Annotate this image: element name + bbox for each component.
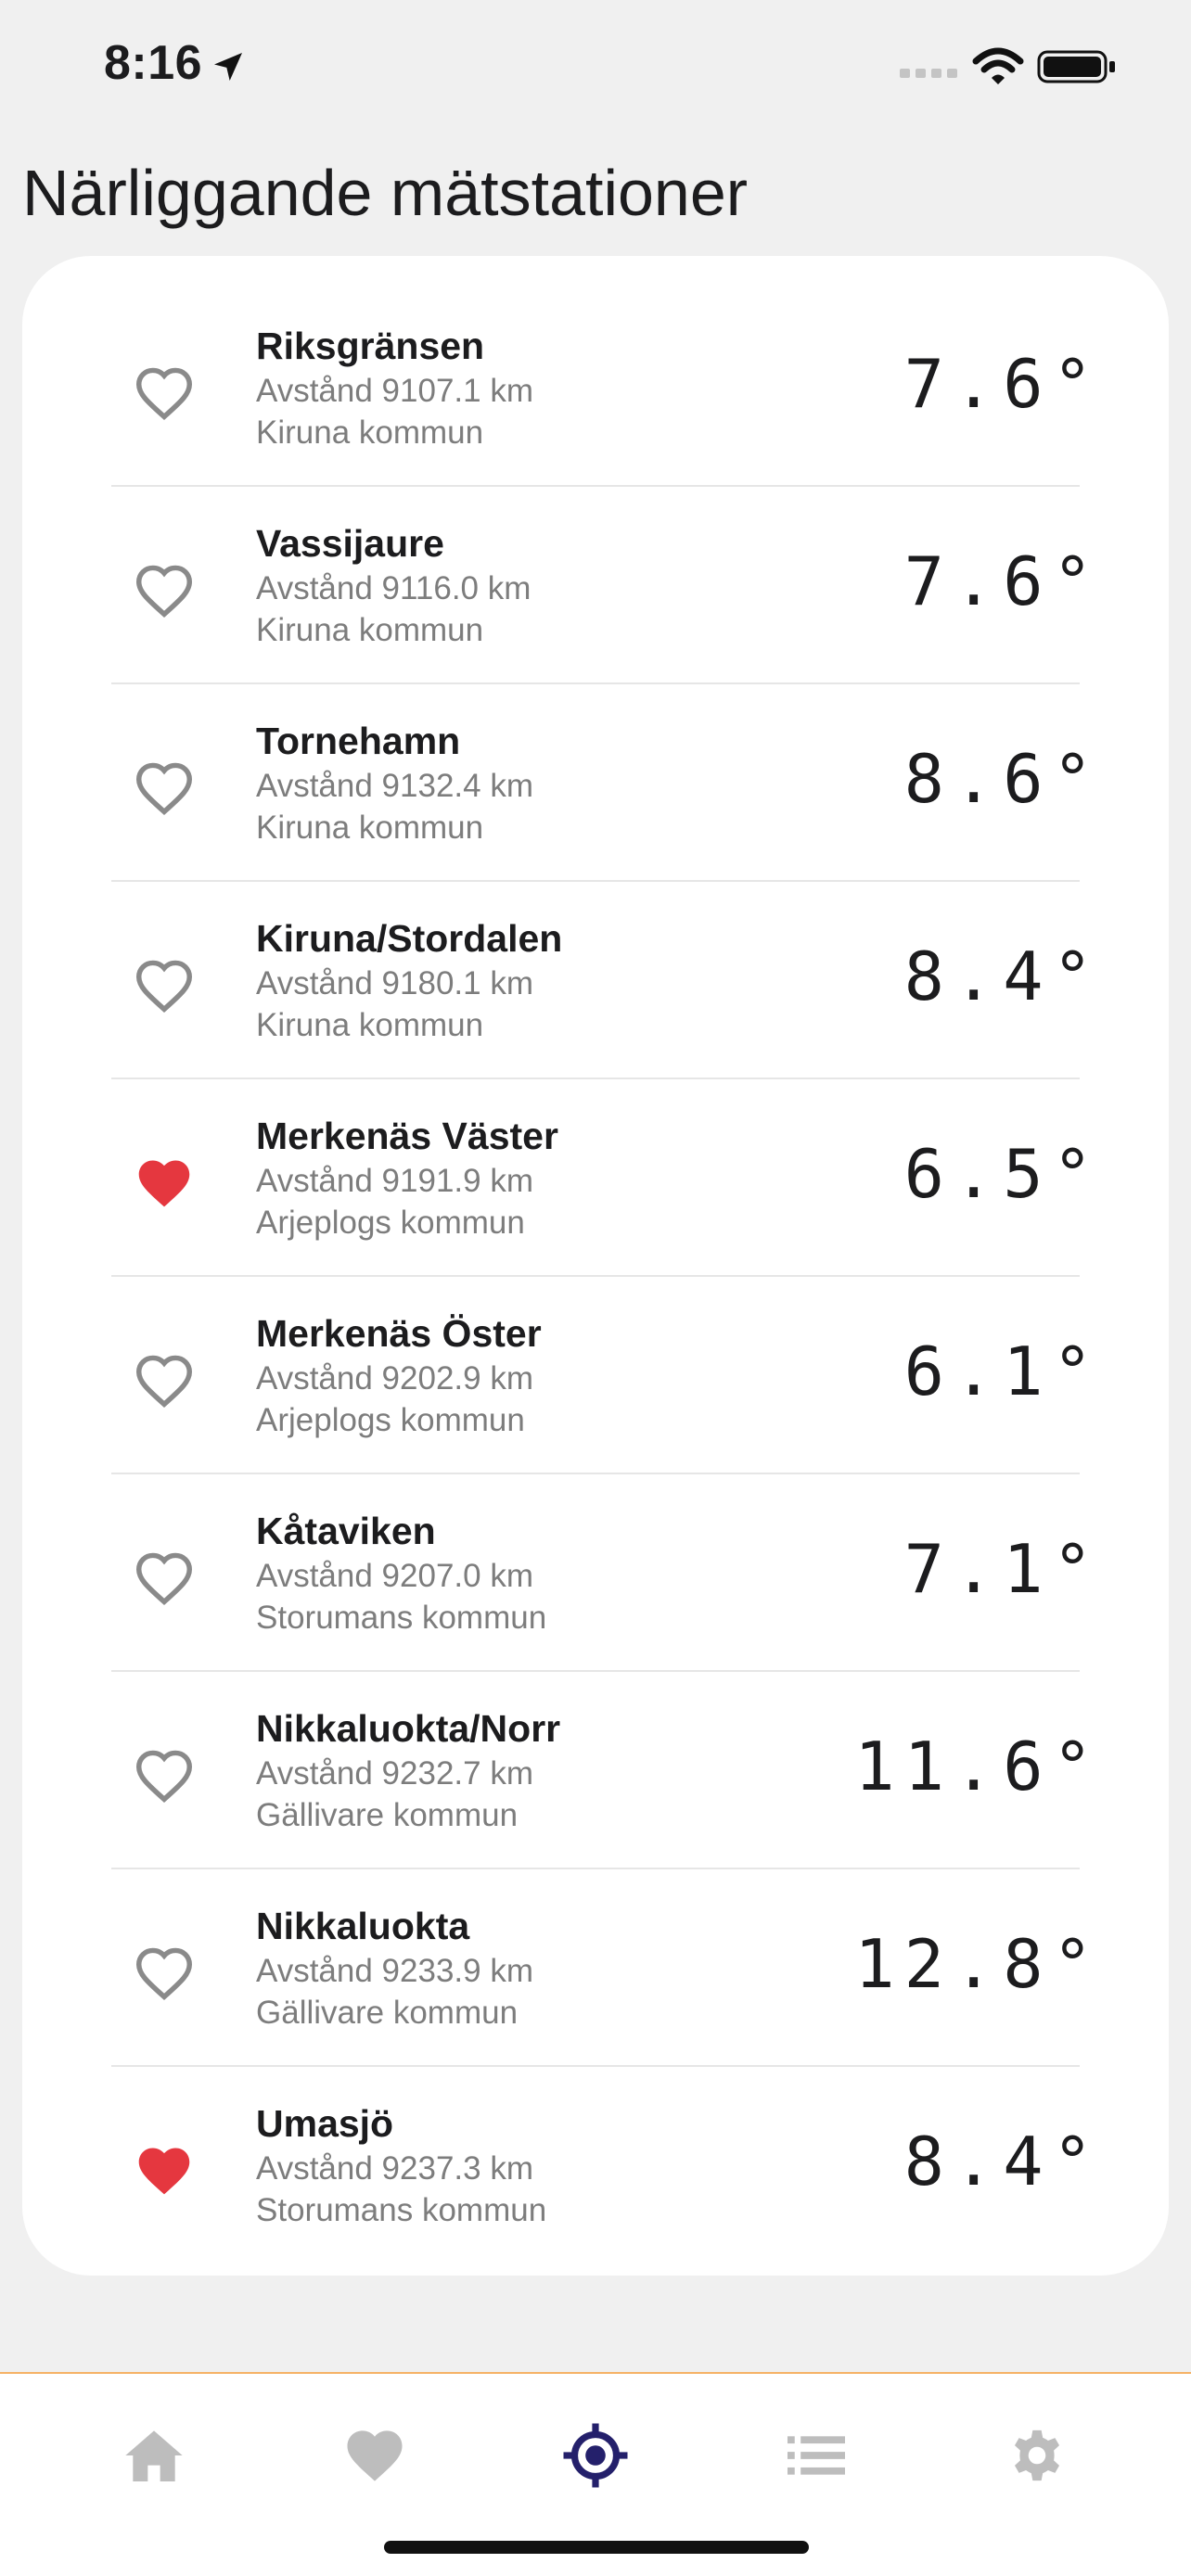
station-row[interactable]: Merkenäs Öster Avstånd 9202.9 km Arjeplogs… <box>22 1277 1169 1474</box>
status-time: 8:16 <box>104 36 203 90</box>
page-title: Närliggande mätstationer <box>22 157 749 229</box>
tab-settings[interactable] <box>1000 2418 1074 2493</box>
heart-icon <box>347 2430 403 2481</box>
station-name: Kåtaviken <box>256 1510 436 1552</box>
station-distance: Avstånd 9207.0 km <box>256 1558 533 1594</box>
station-distance: Avstånd 9116.0 km <box>256 570 531 606</box>
heart-outline-icon[interactable] <box>134 1353 195 1409</box>
station-municipality: Kiruna kommun <box>256 810 484 846</box>
station-temperature: 7.1° <box>903 1530 1102 1608</box>
station-row[interactable]: Kåtaviken Avstånd 9207.0 km Storumans komm… <box>22 1474 1169 1672</box>
station-name: Nikkaluokta <box>256 1905 470 1947</box>
cellular-signal-icon <box>900 69 957 78</box>
heart-outline-icon[interactable] <box>134 1550 195 1606</box>
heart-outline-icon[interactable] <box>134 365 195 421</box>
station-municipality: Storumans kommun <box>256 1600 547 1636</box>
tab-nearby[interactable] <box>558 2418 633 2493</box>
station-row[interactable]: Vassijaure Avstånd 9116.0 km Kiruna kommun… <box>22 487 1169 684</box>
station-row[interactable]: Merkenäs Väster Avstånd 9191.9 km Arjeplog… <box>22 1079 1169 1277</box>
station-distance: Avstånd 9232.7 km <box>256 1755 533 1792</box>
home-indicator <box>384 2541 809 2554</box>
station-temperature: 8.4° <box>903 937 1102 1015</box>
location-target-icon <box>563 2423 628 2488</box>
heart-outline-icon[interactable] <box>134 1945 195 2001</box>
station-distance: Avstånd 9132.4 km <box>256 768 533 804</box>
station-municipality: Kiruna kommun <box>256 1007 484 1043</box>
station-list: Riksgränsen Avstånd 9107.1 km Kiruna kommu… <box>22 289 1169 2264</box>
app-screen: 8:16 Närliggande mätstationer Riksgränse… <box>0 0 1191 2576</box>
station-municipality: Gällivare kommun <box>256 1995 519 2031</box>
station-temperature: 6.5° <box>903 1135 1102 1213</box>
station-temperature: 7.6° <box>903 345 1102 423</box>
station-name: Vassijaure <box>256 522 444 565</box>
station-row[interactable]: Tornehamn Avstånd 9132.4 km Kiruna kommun 8… <box>22 684 1169 882</box>
station-municipality: Gällivare kommun <box>256 1797 519 1833</box>
heart-filled-icon[interactable] <box>134 2143 195 2199</box>
station-temperature: 6.1° <box>903 1333 1102 1410</box>
heart-outline-icon[interactable] <box>134 760 195 816</box>
status-bar: 8:16 <box>0 0 1191 139</box>
station-temperature: 12.8° <box>854 1925 1102 2003</box>
station-municipality: Kiruna kommun <box>256 612 484 648</box>
station-distance: Avstånd 9191.9 km <box>256 1163 533 1199</box>
heart-outline-icon[interactable] <box>134 958 195 1014</box>
station-municipality: Arjeplogs kommun <box>256 1205 525 1241</box>
station-name: Umasjö <box>256 2102 394 2145</box>
station-distance: Avstånd 9237.3 km <box>256 2150 533 2187</box>
station-row[interactable]: Umasjö Avstånd 9237.3 km Storumans kommun 8… <box>22 2067 1169 2264</box>
station-name: Merkenäs Öster <box>256 1312 542 1355</box>
station-distance: Avstånd 9233.9 km <box>256 1953 533 1989</box>
station-row[interactable]: Nikkaluokta/Norr Avstånd 9232.7 km Gälliva… <box>22 1672 1169 1869</box>
station-name: Riksgränsen <box>256 325 485 367</box>
station-name: Kiruna/Stordalen <box>256 917 563 960</box>
tab-home[interactable] <box>117 2418 191 2493</box>
station-name: Tornehamn <box>256 720 461 762</box>
list-icon <box>788 2436 845 2475</box>
tab-list[interactable] <box>779 2418 853 2493</box>
station-distance: Avstånd 9180.1 km <box>256 965 533 1001</box>
battery-icon <box>1037 50 1115 83</box>
station-temperature: 8.6° <box>903 740 1102 818</box>
station-temperature: 8.4° <box>903 2123 1102 2200</box>
stations-card: Riksgränsen Avstånd 9107.1 km Kiruna kommu… <box>22 256 1169 2276</box>
heart-outline-icon[interactable] <box>134 563 195 618</box>
station-row[interactable]: Nikkaluokta Avstånd 9233.9 km Gällivare ko… <box>22 1869 1169 2067</box>
station-municipality: Storumans kommun <box>256 2192 547 2228</box>
station-distance: Avstånd 9202.9 km <box>256 1360 533 1396</box>
station-temperature: 11.6° <box>854 1728 1102 1805</box>
home-icon <box>125 2430 183 2481</box>
station-temperature: 7.6° <box>903 542 1102 620</box>
location-arrow-icon <box>214 53 242 81</box>
heart-filled-icon[interactable] <box>134 1155 195 1211</box>
wifi-icon <box>972 47 1024 84</box>
gear-icon <box>1014 2429 1060 2481</box>
station-municipality: Kiruna kommun <box>256 414 484 451</box>
station-row[interactable]: Kiruna/Stordalen Avstånd 9180.1 km Kiruna … <box>22 882 1169 1079</box>
tab-favorites[interactable] <box>338 2418 412 2493</box>
heart-outline-icon[interactable] <box>134 1748 195 1804</box>
station-name: Merkenäs Väster <box>256 1115 558 1157</box>
station-row[interactable]: Riksgränsen Avstånd 9107.1 km Kiruna kommu… <box>22 289 1169 487</box>
station-distance: Avstånd 9107.1 km <box>256 373 533 409</box>
station-municipality: Arjeplogs kommun <box>256 1402 525 1438</box>
station-name: Nikkaluokta/Norr <box>256 1707 561 1750</box>
